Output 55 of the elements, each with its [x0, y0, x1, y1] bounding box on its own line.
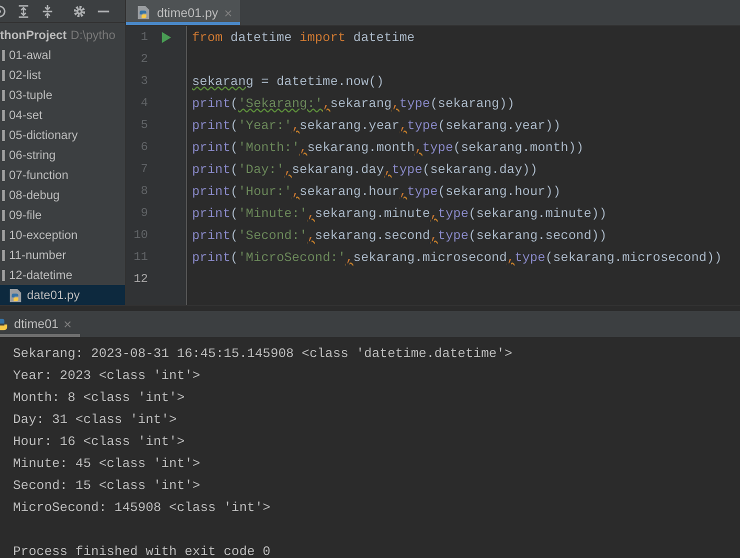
- folder-icon: [2, 130, 5, 140]
- folder-icon: [2, 70, 5, 80]
- folder-icon: [2, 270, 5, 280]
- code-line: from datetime import datetime: [192, 30, 415, 44]
- line-number: 12: [132, 272, 148, 286]
- folder-icon: [2, 150, 5, 160]
- code-line: print('Day:',sekarang.day,type(sekarang.day)): [192, 162, 538, 176]
- python-file-icon: [8, 288, 23, 302]
- folder-icon: [2, 190, 5, 200]
- code-line: print('Year:',sekarang.year,type(sekarang.year)): [192, 118, 561, 132]
- tree-item[interactable]: 11-number: [0, 245, 125, 265]
- code-line: sekarang = datetime.now(): [192, 74, 384, 88]
- console-line: Sekarang: 2023-08-31 16:45:15.145908 <class 'datetime.datetime'>: [13, 346, 512, 360]
- code-line: print('Hour:',sekarang.hour,type(sekarang.hour)): [192, 184, 561, 198]
- tree-item[interactable]: date01.py: [0, 285, 125, 305]
- tree-item[interactable]: 06-string: [0, 145, 125, 165]
- project-name[interactable]: thonProject: [0, 28, 67, 42]
- python-file-icon: [136, 5, 151, 20]
- tree-item[interactable]: 07-function: [0, 165, 125, 185]
- tree-item[interactable]: 05-dictionary: [0, 125, 125, 145]
- tree-item[interactable]: 12-datetime: [0, 265, 125, 285]
- console-line: Hour: 16 <class 'int'>: [13, 434, 185, 448]
- code-line: print('Sekarang:',sekarang,type(sekarang)): [192, 96, 515, 110]
- project-path: D:\pytho: [70, 28, 116, 42]
- console-line: Month: 8 <class 'int'>: [13, 390, 185, 404]
- tree-item[interactable]: 03-tuple: [0, 85, 125, 105]
- tree-item[interactable]: 01-awal: [0, 45, 125, 65]
- console-line: MicroSecond: 145908 <class 'int'>: [13, 500, 270, 514]
- tree-item[interactable]: 04-set: [0, 105, 125, 125]
- run-icon[interactable]: [161, 30, 172, 44]
- code-line: print('Minute:',sekarang.minute,type(sekarang.minute)): [192, 206, 607, 220]
- folder-icon: [2, 230, 5, 240]
- editor-tab[interactable]: dtime01.py ×: [126, 0, 240, 25]
- console-line: Minute: 45 <class 'int'>: [13, 456, 200, 470]
- tree-item[interactable]: 10-exception: [0, 225, 125, 245]
- tree-item[interactable]: 08-debug: [0, 185, 125, 205]
- folder-icon: [2, 110, 5, 120]
- expand-all-icon[interactable]: [16, 4, 31, 18]
- code-line: print('MicroSecond:',sekarang.microsecond,type(sekarang.microsecond)): [192, 250, 722, 264]
- folder-icon: [2, 50, 5, 60]
- folder-icon: [2, 250, 5, 260]
- code-line: print('Second:',sekarang.second,type(sekarang.second)): [192, 228, 607, 242]
- console-line: Day: 31 <class 'int'>: [13, 412, 177, 426]
- code-line: print('Month:',sekarang.month,type(sekarang.month)): [192, 140, 584, 154]
- tree-item[interactable]: 02-list: [0, 65, 125, 85]
- console-line: Second: 15 <class 'int'>: [13, 478, 200, 492]
- exit-message: Process finished with exit code 0: [13, 544, 270, 558]
- collapse-all-icon[interactable]: [40, 4, 55, 18]
- tree-item[interactable]: 09-file: [0, 205, 125, 225]
- folder-icon: [2, 170, 5, 180]
- console-line: Year: 2023 <class 'int'>: [13, 368, 200, 382]
- folder-icon: [2, 90, 5, 100]
- settings-icon[interactable]: [72, 4, 87, 18]
- folder-icon: [2, 210, 5, 220]
- run-tab[interactable]: dtime01 ×: [0, 311, 80, 337]
